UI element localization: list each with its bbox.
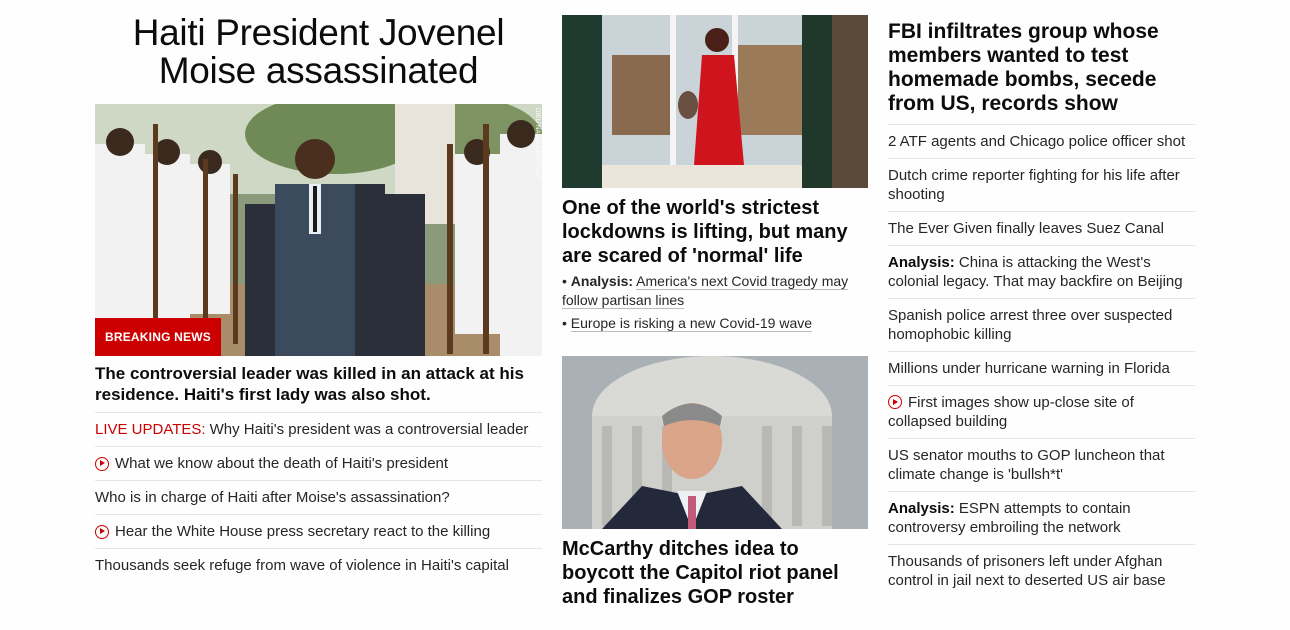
right-column: FBI infiltrates group whose members want… bbox=[888, 20, 1195, 597]
play-video-icon bbox=[95, 456, 109, 471]
woman-at-window-photo bbox=[562, 15, 868, 188]
link-text[interactable]: Millions under hurricane warning in Flor… bbox=[888, 360, 1170, 377]
link-text[interactable]: Thousands of prisoners left under Afghan… bbox=[888, 553, 1166, 589]
photo-credit: DIEU NALIO CHERY/AP bbox=[534, 108, 540, 179]
link-text[interactable]: 2 ATF agents and Chicago police officer … bbox=[888, 133, 1185, 150]
middle-column: One of the world's strictest lockdowns i… bbox=[562, 15, 868, 609]
mccarthy-capitol-photo bbox=[562, 356, 868, 529]
headline-list: 2 ATF agents and Chicago police officer … bbox=[888, 124, 1195, 597]
list-item[interactable]: Thousands seek refuge from wave of viole… bbox=[95, 548, 542, 582]
link-text[interactable]: Dutch crime reporter fighting for his li… bbox=[888, 167, 1180, 203]
analysis-label: Analysis: bbox=[888, 500, 955, 517]
list-item[interactable]: Millions under hurricane warning in Flor… bbox=[888, 351, 1195, 385]
lead-photo[interactable]: BREAKING NEWS DIEU NALIO CHERY/AP bbox=[95, 104, 542, 356]
lockdown-sublink[interactable]: • Europe is risking a new Covid-19 wave bbox=[562, 314, 868, 333]
list-item[interactable]: Dutch crime reporter fighting for his li… bbox=[888, 158, 1195, 211]
play-video-icon bbox=[95, 524, 109, 539]
play-video-icon bbox=[888, 395, 902, 409]
lockdown-sublink[interactable]: • Analysis: America's next Covid tragedy… bbox=[562, 272, 868, 310]
lockdown-headline[interactable]: One of the world's strictest lockdowns i… bbox=[562, 196, 868, 268]
breaking-news-badge: BREAKING NEWS bbox=[95, 318, 221, 356]
list-item[interactable]: Who is in charge of Haiti after Moise's … bbox=[95, 480, 542, 514]
sublink-text[interactable]: Europe is risking a new Covid-19 wave bbox=[570, 315, 813, 332]
link-text[interactable]: Thousands seek refuge from wave of viole… bbox=[95, 556, 509, 575]
analysis-label: Analysis: bbox=[888, 254, 955, 271]
analysis-label: Analysis: bbox=[570, 273, 634, 289]
fbi-headline[interactable]: FBI infiltrates group whose members want… bbox=[888, 20, 1195, 124]
mccarthy-headline[interactable]: McCarthy ditches idea to boycott the Cap… bbox=[562, 537, 868, 609]
link-text[interactable]: What we know about the death of Haiti's … bbox=[115, 454, 448, 473]
live-updates-label: LIVE UPDATES: bbox=[95, 421, 206, 438]
link-text[interactable]: Spanish police arrest three over suspect… bbox=[888, 307, 1172, 343]
list-item[interactable]: 2 ATF agents and Chicago police officer … bbox=[888, 124, 1195, 158]
link-text[interactable]: Why Haiti's president was a controversia… bbox=[210, 420, 529, 439]
mccarthy-photo[interactable] bbox=[562, 356, 868, 529]
lockdown-photo[interactable] bbox=[562, 15, 868, 188]
list-item[interactable]: Spanish police arrest three over suspect… bbox=[888, 298, 1195, 351]
link-text[interactable]: Who is in charge of Haiti after Moise's … bbox=[95, 488, 450, 507]
lead-description[interactable]: The controversial leader was killed in a… bbox=[95, 363, 542, 412]
list-item[interactable]: US senator mouths to GOP luncheon that c… bbox=[888, 438, 1195, 491]
list-item[interactable]: LIVE UPDATES: Why Haiti's president was … bbox=[95, 412, 542, 446]
link-text[interactable]: The Ever Given finally leaves Suez Canal bbox=[888, 220, 1164, 237]
link-text[interactable]: First images show up-close site of colla… bbox=[888, 394, 1134, 430]
link-text[interactable]: US senator mouths to GOP luncheon that c… bbox=[888, 447, 1165, 483]
list-item[interactable]: What we know about the death of Haiti's … bbox=[95, 446, 542, 480]
list-item[interactable]: Hear the White House press secretary rea… bbox=[95, 514, 542, 548]
lead-related-links: LIVE UPDATES: Why Haiti's president was … bbox=[95, 412, 542, 582]
list-item[interactable]: First images show up-close site of colla… bbox=[888, 385, 1195, 438]
lead-story: Haiti President Jovenel Moise assassinat… bbox=[95, 14, 542, 582]
lead-headline[interactable]: Haiti President Jovenel Moise assassinat… bbox=[95, 14, 542, 90]
list-item[interactable]: Thousands of prisoners left under Afghan… bbox=[888, 544, 1195, 597]
list-item[interactable]: Analysis: China is attacking the West's … bbox=[888, 245, 1195, 298]
list-item[interactable]: The Ever Given finally leaves Suez Canal bbox=[888, 211, 1195, 245]
list-item[interactable]: Analysis: ESPN attempts to contain contr… bbox=[888, 491, 1195, 544]
link-text[interactable]: Hear the White House press secretary rea… bbox=[115, 522, 490, 541]
